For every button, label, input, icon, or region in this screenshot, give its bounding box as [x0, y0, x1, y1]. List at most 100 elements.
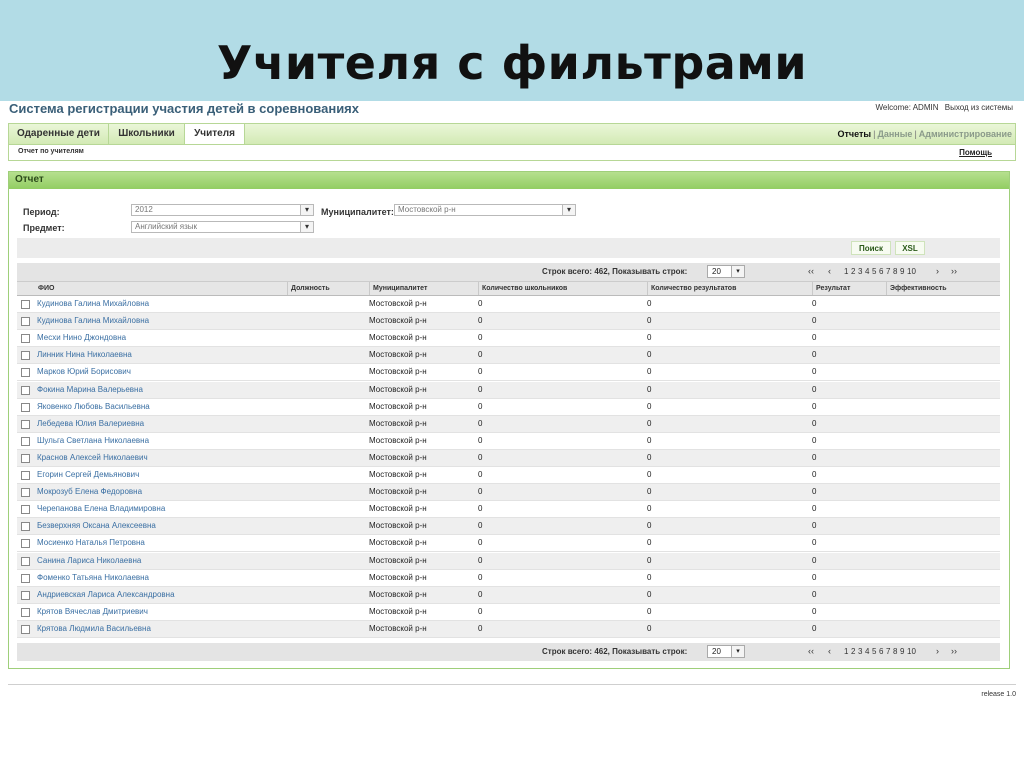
help-link[interactable]: Помощь	[959, 148, 992, 157]
pager-page-1[interactable]: 1	[844, 267, 848, 276]
row-checkbox[interactable]	[21, 573, 30, 583]
row-checkbox[interactable]	[21, 334, 30, 344]
teacher-name-link[interactable]: Егорин Сергей Демьянович	[37, 470, 139, 479]
row-checkbox[interactable]	[21, 419, 30, 429]
pager-page-1[interactable]: 1	[844, 647, 848, 656]
pager-page-10[interactable]: 10	[907, 647, 916, 656]
pager-page-10[interactable]: 10	[907, 267, 916, 276]
period-select[interactable]: 2012 ▾	[131, 204, 314, 216]
teacher-name-link[interactable]: Безверхняя Оксана Алексеевна	[37, 521, 156, 530]
page-size-select[interactable]: 20 ▾	[707, 265, 745, 278]
table-row: Крятов Вячеслав Дмитриевич Мостовской р-н…	[17, 604, 1000, 621]
teacher-name-link[interactable]: Марков Юрий Борисович	[37, 367, 131, 376]
pager-next-button[interactable]: ›	[936, 266, 939, 276]
teacher-name-link[interactable]: Санина Лариса Николаевна	[37, 556, 141, 565]
teacher-name-link[interactable]: Месхи Нино Джондовна	[37, 333, 126, 342]
row-checkbox[interactable]	[21, 505, 30, 515]
pager-page-3[interactable]: 3	[858, 267, 862, 276]
row-checkbox[interactable]	[21, 590, 30, 600]
row-checkbox[interactable]	[21, 488, 30, 498]
link-data[interactable]: Данные	[877, 129, 912, 139]
row-checkbox[interactable]	[21, 556, 30, 566]
municipality-cell: Мостовской р-н	[369, 487, 427, 497]
pager-prev-button[interactable]: ‹	[828, 266, 831, 276]
row-checkbox[interactable]	[21, 453, 30, 463]
pager-page-2[interactable]: 2	[851, 647, 855, 656]
pager-page-7[interactable]: 7	[886, 647, 890, 656]
pager-page-4[interactable]: 4	[865, 647, 869, 656]
row-checkbox[interactable]	[21, 624, 30, 634]
teacher-name-link[interactable]: Линник Нина Николаевна	[37, 350, 132, 359]
row-checkbox[interactable]	[21, 385, 30, 395]
col-result[interactable]: Результат	[812, 282, 886, 295]
link-admin[interactable]: Администрирование	[919, 129, 1012, 139]
pager-page-8[interactable]: 8	[893, 267, 897, 276]
pager-first-button[interactable]: ‹‹	[808, 266, 814, 276]
row-checkbox[interactable]	[21, 522, 30, 532]
pager-page-5[interactable]: 5	[872, 267, 876, 276]
tab-schoolchildren[interactable]: Школьники	[109, 124, 185, 145]
teacher-name-link[interactable]: Краснов Алексей Николаевич	[37, 453, 148, 462]
result-cell: 0	[812, 589, 817, 599]
teacher-name-link[interactable]: Лебедева Юлия Валериевна	[37, 419, 144, 428]
pager-first-button[interactable]: ‹‹	[808, 646, 814, 656]
municipality-cell: Мостовской р-н	[369, 350, 427, 360]
row-checkbox[interactable]	[21, 436, 30, 446]
teacher-name-link[interactable]: Шульга Светлана Николаевна	[37, 436, 149, 445]
municipality-cell: Мостовской р-н	[369, 418, 427, 428]
col-fio[interactable]: ФИО	[35, 282, 287, 295]
pager-page-7[interactable]: 7	[886, 267, 890, 276]
teacher-name-link[interactable]: Кудинова Галина Михайловна	[37, 316, 149, 325]
pager-page-5[interactable]: 5	[872, 647, 876, 656]
col-efficiency[interactable]: Эффективность	[886, 282, 1000, 295]
row-checkbox[interactable]	[21, 402, 30, 412]
pager-page-9[interactable]: 9	[900, 267, 904, 276]
teacher-name-link[interactable]: Крятов Вячеслав Дмитриевич	[37, 607, 148, 616]
logout-link[interactable]: Выход из системы	[945, 103, 1013, 112]
pager-page-8[interactable]: 8	[893, 647, 897, 656]
teacher-name-link[interactable]: Фокина Марина Валерьевна	[37, 385, 143, 394]
pager-page-6[interactable]: 6	[879, 267, 883, 276]
teacher-name-link[interactable]: Кудинова Галина Михайловна	[37, 299, 149, 308]
pager-last-button[interactable]: ››	[951, 646, 957, 656]
pager-page-6[interactable]: 6	[879, 647, 883, 656]
results-count-cell: 0	[647, 555, 652, 565]
link-reports[interactable]: Отчеты	[837, 129, 871, 139]
pager-last-button[interactable]: ››	[951, 266, 957, 276]
xsl-export-button[interactable]: XSL	[895, 241, 925, 255]
subject-select[interactable]: Английский язык ▾	[131, 221, 314, 233]
row-checkbox[interactable]	[21, 607, 30, 617]
search-button[interactable]: Поиск	[851, 241, 891, 255]
municipality-cell: Мостовской р-н	[369, 452, 427, 462]
teacher-name-link[interactable]: Андриевская Лариса Александровна	[37, 590, 175, 599]
municipality-cell: Мостовской р-н	[369, 470, 427, 479]
teacher-name-link[interactable]: Яковенко Любовь Васильевна	[37, 402, 150, 411]
tab-gifted-children[interactable]: Одаренные дети	[9, 124, 109, 145]
col-students-count[interactable]: Количество школьников	[478, 282, 647, 295]
pager-page-9[interactable]: 9	[900, 647, 904, 656]
municipality-select[interactable]: Мостовской р-н ▾	[394, 204, 576, 216]
teacher-name-link[interactable]: Крятова Людмила Васильевна	[37, 624, 151, 633]
teacher-name-link[interactable]: Мосиенко Наталья Петровна	[37, 538, 145, 547]
col-position[interactable]: Должность	[287, 282, 369, 295]
pager-page-3[interactable]: 3	[858, 647, 862, 656]
pager-next-button[interactable]: ›	[936, 646, 939, 656]
page-size-select[interactable]: 20 ▾	[707, 645, 745, 658]
row-checkbox[interactable]	[21, 368, 30, 378]
pager-page-2[interactable]: 2	[851, 267, 855, 276]
teacher-name-link[interactable]: Черепанова Елена Владимировна	[37, 504, 165, 513]
col-results-count[interactable]: Количество результатов	[647, 282, 812, 295]
row-checkbox[interactable]	[21, 351, 30, 361]
pager-page-4[interactable]: 4	[865, 267, 869, 276]
row-checkbox[interactable]	[21, 300, 30, 309]
page-size-value: 20	[712, 267, 721, 276]
pager-prev-button[interactable]: ‹	[828, 646, 831, 656]
teacher-name-link[interactable]: Фоменко Татьяна Николаевна	[37, 573, 149, 582]
row-checkbox[interactable]	[21, 317, 30, 327]
row-checkbox[interactable]	[21, 539, 30, 549]
row-checkbox[interactable]	[21, 471, 30, 480]
tab-teachers[interactable]: Учителя	[185, 124, 245, 146]
pager-bottom: Строк всего: 462, Показывать строк: 20 ▾…	[17, 643, 1000, 661]
teacher-name-link[interactable]: Мокрозуб Елена Федоровна	[37, 487, 142, 496]
col-municipality[interactable]: Муниципалитет	[369, 282, 478, 295]
